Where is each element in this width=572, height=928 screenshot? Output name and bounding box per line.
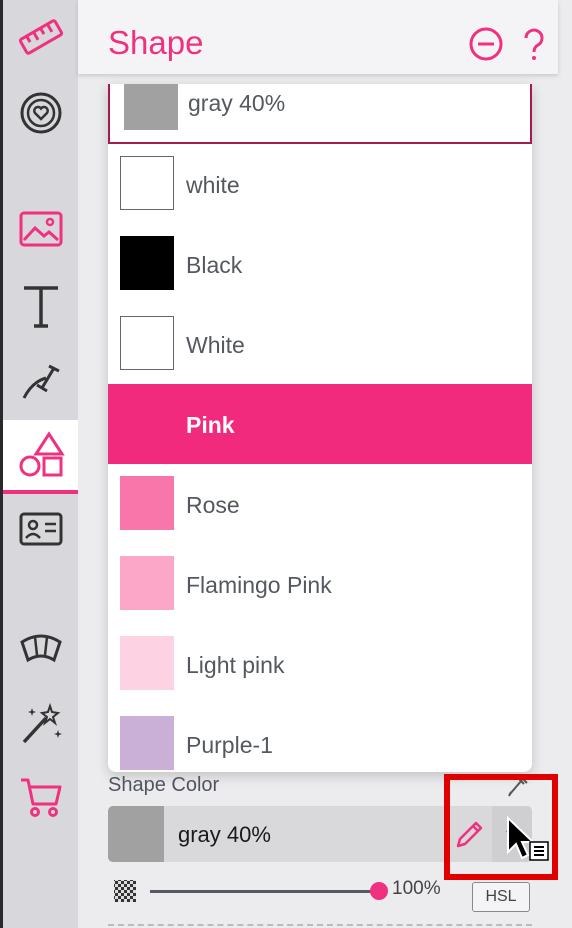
color-option-label: gray 40%	[188, 90, 286, 116]
sidebar-item-magic[interactable]	[3, 688, 78, 758]
sidebar-item-image[interactable]	[3, 194, 78, 264]
color-option[interactable]: white	[108, 144, 532, 224]
arc-icon	[19, 634, 62, 663]
color-option-label: white	[186, 172, 240, 198]
panel-header: Shape	[78, 0, 558, 74]
heart-badge-icon	[20, 92, 61, 134]
sidebar-item-idcard[interactable]	[3, 494, 78, 564]
color-option[interactable]: gray 40%	[108, 84, 532, 144]
sidebar-item-shapes[interactable]	[3, 420, 78, 494]
opacity-slider-thumb[interactable]	[370, 882, 388, 900]
ruler-icon	[18, 19, 63, 55]
shape-color-value: gray 40%	[178, 822, 271, 847]
opacity-slider-track[interactable]	[150, 890, 378, 893]
color-option-label: White	[186, 332, 245, 358]
color-option-label: Purple-1	[186, 732, 273, 758]
color-swatch	[120, 636, 174, 690]
color-option[interactable]: Purple-1	[108, 704, 532, 772]
color-option[interactable]: Black	[108, 224, 532, 304]
text-icon	[23, 286, 58, 328]
color-option[interactable]: Flamingo Pink	[108, 544, 532, 624]
color-swatch	[120, 716, 174, 770]
color-swatch	[124, 84, 178, 130]
sidebar-item-arc[interactable]	[3, 614, 78, 684]
collapse-icon[interactable]	[468, 26, 504, 62]
shapes-icon	[19, 431, 65, 477]
color-option-label: Flamingo Pink	[186, 572, 332, 598]
page-title: Shape	[108, 24, 204, 61]
color-option-label: Black	[186, 252, 243, 278]
color-option-label: Pink	[186, 412, 235, 438]
id-card-icon	[19, 512, 62, 546]
sidebar-item-line[interactable]	[3, 346, 78, 416]
current-color-swatch	[108, 806, 164, 862]
sidebar-item-ruler[interactable]	[3, 2, 78, 72]
color-option-selected[interactable]: Pink	[108, 384, 532, 464]
transparency-checker-icon	[114, 880, 136, 902]
color-swatch	[120, 236, 174, 290]
hsl-mode-button[interactable]: HSL	[472, 882, 530, 912]
image-icon	[19, 211, 62, 247]
color-option-label: Light pink	[186, 652, 285, 678]
shape-color-label: Shape Color	[108, 774, 220, 796]
color-option[interactable]: Light pink	[108, 624, 532, 704]
section-divider	[108, 924, 532, 926]
color-option-label: Rose	[186, 492, 240, 518]
color-swatch	[120, 556, 174, 610]
sidebar-item-cart[interactable]	[3, 762, 78, 832]
magic-wand-icon	[22, 702, 62, 744]
tool-sidebar	[3, 0, 78, 928]
help-icon[interactable]	[516, 26, 552, 62]
color-option[interactable]: Rose	[108, 464, 532, 544]
color-dropdown-list: gray 40% white Black White Pink Rose Fla…	[108, 84, 532, 772]
color-option[interactable]: White	[108, 304, 532, 384]
line-tool-icon	[22, 364, 60, 399]
cart-icon	[20, 778, 61, 817]
opacity-value: 100%	[392, 878, 441, 899]
color-swatch	[120, 396, 174, 450]
sidebar-item-badges[interactable]	[3, 78, 78, 148]
color-swatch	[120, 476, 174, 530]
sidebar-item-text[interactable]	[3, 272, 78, 342]
color-swatch	[120, 316, 174, 370]
color-swatch	[120, 156, 174, 210]
cursor-context-menu-icon	[507, 815, 549, 861]
